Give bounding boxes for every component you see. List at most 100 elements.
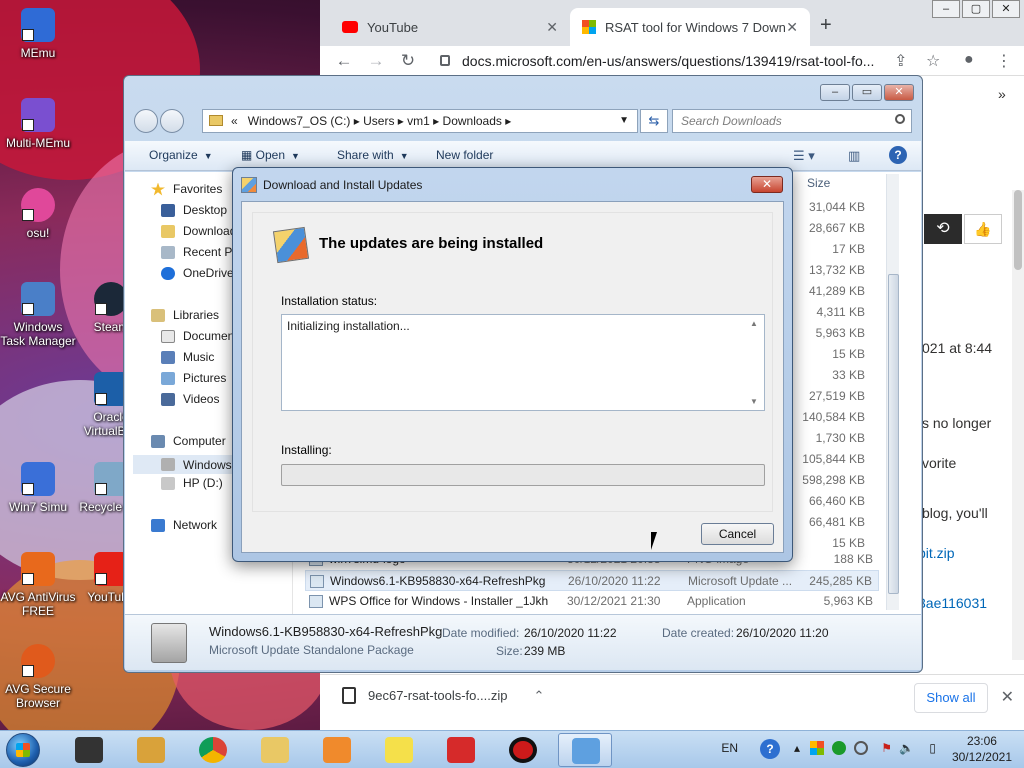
file-list-scrollbar[interactable]	[886, 174, 899, 610]
desktop-icon-avg-antivirus[interactable]: AVG AntiVirus FREE	[0, 552, 76, 618]
reload-icon[interactable]: ↻	[392, 51, 424, 71]
share-with-button[interactable]: Share with ▼	[337, 148, 409, 162]
nav-pictures[interactable]: Pictures	[161, 371, 226, 385]
close-downloads-icon[interactable]: ✕	[1001, 687, 1014, 707]
column-header-size[interactable]: Size	[807, 176, 830, 190]
power-icon[interactable]: ▯	[929, 741, 936, 755]
close-tab-icon[interactable]: ✕	[786, 19, 798, 36]
desktop-icon-memu[interactable]: MEmu	[0, 8, 76, 60]
scroll-down-icon[interactable]: ▼	[750, 397, 758, 406]
breadcrumb-downloads[interactable]: Downloads	[443, 114, 502, 128]
close-icon[interactable]: ✕	[884, 84, 914, 101]
downloads-folder-icon	[161, 224, 175, 238]
file-size-cell: 15 KB	[832, 536, 865, 550]
volume-icon[interactable]: 🔈	[899, 741, 914, 755]
status-scrollbar[interactable]: ▲ ▼	[750, 317, 762, 408]
file-icon	[342, 687, 356, 704]
tray-app-icon[interactable]	[810, 741, 824, 755]
nav-downloads[interactable]: Downloads	[161, 224, 242, 238]
installation-status-box[interactable]: Initializing installation... ▲ ▼	[281, 314, 765, 411]
nav-desktop[interactable]: Desktop	[161, 203, 227, 217]
back-icon[interactable]	[134, 109, 158, 133]
page-link-zip[interactable]: bit.zip	[918, 545, 955, 561]
profile-avatar-icon[interactable]: ●	[964, 51, 974, 69]
bookmark-star-icon[interactable]: ☆	[926, 51, 940, 71]
desktop-icon-task-manager[interactable]: Windows Task Manager	[0, 282, 76, 348]
help-icon[interactable]: ?	[889, 146, 907, 164]
search-input[interactable]: Search Downloads	[672, 109, 912, 133]
forward-icon[interactable]: →	[360, 51, 392, 71]
scrollbar-thumb[interactable]	[888, 274, 899, 594]
help-icon[interactable]: ?	[760, 739, 780, 759]
desktop-icon-multi-memu[interactable]: Multi-MEmu	[0, 98, 76, 150]
file-row[interactable]: WPS Office for Windows - Installer _1Jkh…	[305, 591, 879, 612]
nav-videos[interactable]: Videos	[161, 392, 219, 406]
desktop-icon-osu[interactable]: osu!	[0, 188, 76, 240]
breadcrumb-vm1[interactable]: vm1	[407, 114, 430, 128]
breadcrumb[interactable]: « Windows7_OS (C:) ▸ Users ▸ vm1 ▸ Downl…	[202, 109, 638, 133]
view-options-icon[interactable]: ☰ ▾	[793, 148, 815, 164]
organize-button[interactable]: Organize ▼	[149, 148, 213, 162]
desktop-icon-avg-browser[interactable]: AVG Secure Browser	[0, 644, 76, 710]
close-tab-icon[interactable]: ✕	[546, 19, 558, 36]
minimize-icon[interactable]: –	[932, 0, 960, 18]
wps-app-button[interactable]	[434, 733, 488, 767]
media-player-app-button[interactable]	[310, 733, 364, 767]
nav-network[interactable]: Network	[151, 518, 217, 532]
start-button[interactable]	[6, 733, 40, 767]
details-modified-value: 26/10/2020 11:22	[524, 626, 617, 640]
paint-app-button[interactable]	[124, 733, 178, 767]
close-icon[interactable]: ✕	[992, 0, 1020, 18]
thumbs-up-icon[interactable]: 👍	[964, 214, 1002, 244]
share-icon[interactable]: ⇪	[894, 51, 907, 71]
clapper-app-button[interactable]	[62, 733, 116, 767]
expand-chevron-icon[interactable]: »	[998, 86, 1006, 102]
forward-icon[interactable]	[160, 109, 184, 133]
file-row[interactable]: Windows6.1-KB958830-x64-RefreshPkg 26/10/…	[305, 570, 879, 591]
maximize-icon[interactable]: ▭	[852, 84, 882, 101]
new-tab-icon[interactable]: +	[820, 14, 832, 37]
desktop-icon-win7-simu[interactable]: Win7 Simu	[0, 462, 76, 514]
breadcrumb-drive[interactable]: Windows7_OS (C:)	[248, 114, 351, 128]
nav-favorites[interactable]: Favorites	[151, 182, 222, 196]
cancel-button[interactable]: Cancel	[701, 523, 774, 545]
action-center-flag-icon[interactable]: ⚑	[881, 741, 892, 755]
dialog-close-button[interactable]: ✕	[751, 176, 783, 193]
download-item[interactable]: 9ec67-rsat-tools-fo....zip ⌃	[342, 687, 544, 704]
tab-rsat[interactable]: RSAT tool for Windows 7 Downlo ✕	[570, 8, 810, 46]
maximize-icon[interactable]: ▢	[962, 0, 990, 18]
scroll-up-icon[interactable]: ▲	[750, 319, 758, 328]
refresh-icon[interactable]: ⇆	[640, 109, 668, 133]
language-indicator[interactable]: EN	[721, 741, 738, 755]
clock[interactable]: 23:06 30/12/2021	[952, 733, 1012, 765]
history-icon[interactable]: ⟲	[924, 214, 962, 244]
tab-youtube[interactable]: YouTube ✕	[330, 8, 570, 46]
nav-libraries[interactable]: Libraries	[151, 308, 219, 322]
scrollbar-thumb[interactable]	[1014, 190, 1022, 270]
chevron-up-icon[interactable]: ⌃	[533, 688, 544, 704]
page-link-hash[interactable]: 3ae116031	[918, 595, 987, 611]
show-all-button[interactable]: Show all	[914, 683, 988, 713]
nav-onedrive[interactable]: OneDrive	[161, 266, 234, 280]
menu-kebab-icon[interactable]: ⋮	[996, 51, 1012, 71]
chrome-app-button[interactable]	[186, 733, 240, 767]
windows-update-app-button[interactable]	[558, 733, 612, 767]
nav-hp-drive[interactable]: HP (D:)	[161, 476, 223, 490]
sticky-notes-app-button[interactable]	[372, 733, 426, 767]
preview-pane-icon[interactable]: ▥	[848, 148, 860, 164]
new-folder-button[interactable]: New folder	[436, 148, 493, 162]
open-button[interactable]: ▦ Open ▼	[241, 148, 300, 162]
back-icon[interactable]: ←	[328, 51, 360, 71]
recorder-app-button[interactable]	[496, 733, 550, 767]
nav-music[interactable]: Music	[161, 350, 214, 364]
minimize-icon[interactable]: –	[820, 84, 850, 101]
chrome-scrollbar[interactable]	[1012, 190, 1024, 660]
tray-status-icon[interactable]	[832, 741, 846, 755]
breadcrumb-users[interactable]: Users	[363, 114, 394, 128]
nav-computer[interactable]: Computer	[151, 434, 226, 448]
file-icon	[309, 595, 323, 608]
show-hidden-icons-icon[interactable]: ▴	[794, 741, 800, 755]
explorer-app-button[interactable]	[248, 733, 302, 767]
tray-network-icon[interactable]	[854, 741, 868, 755]
chevron-down-icon[interactable]: ▼	[619, 110, 629, 132]
